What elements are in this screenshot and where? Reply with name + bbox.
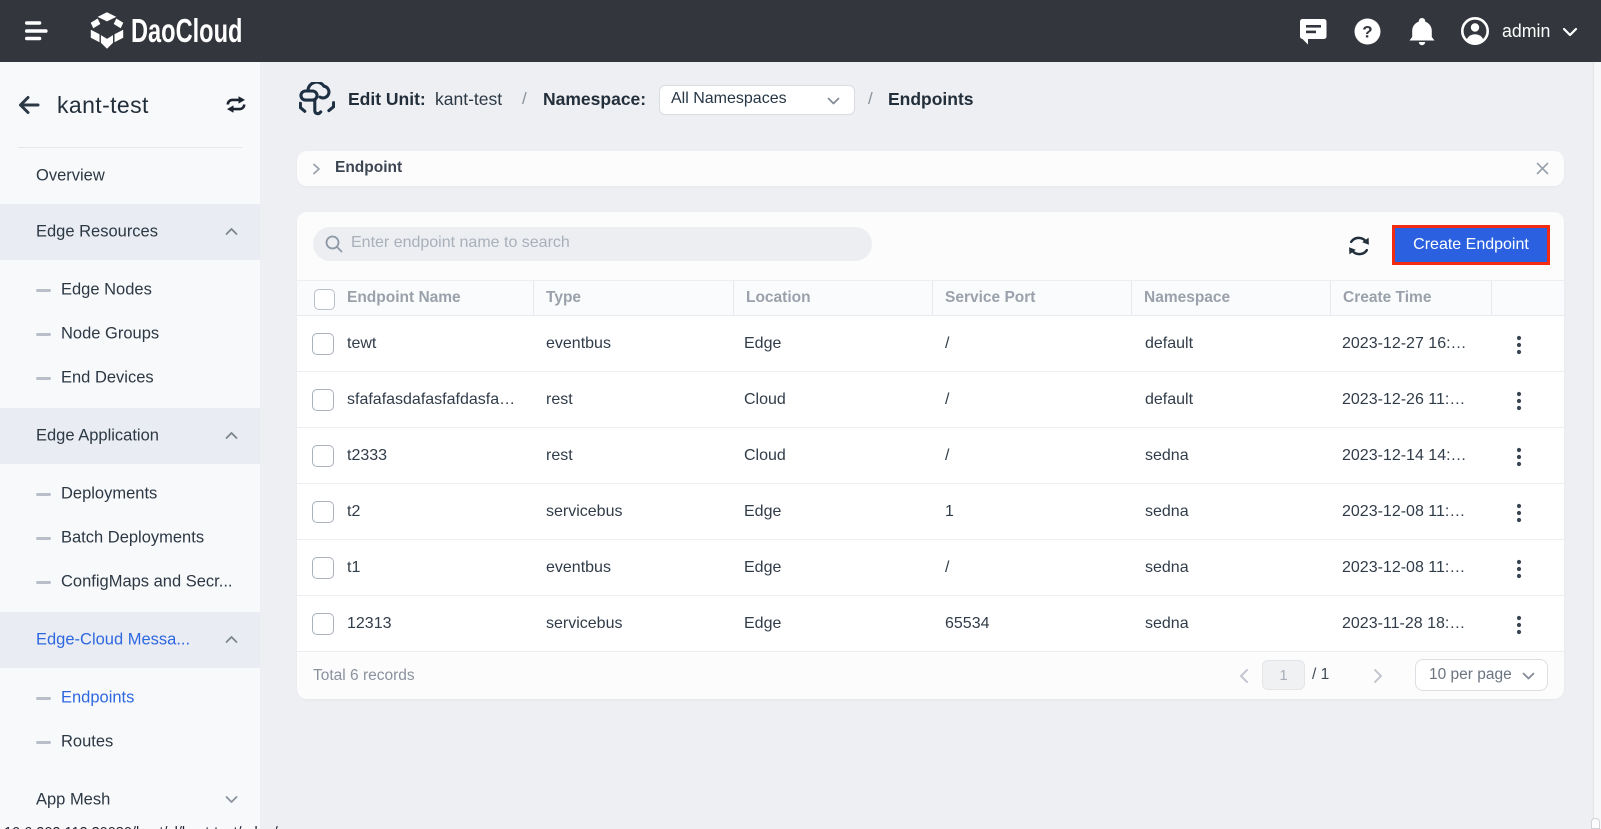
svg-text:?: ? [1362, 23, 1372, 42]
